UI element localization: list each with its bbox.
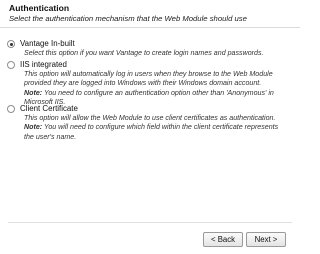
note-text: You need to configure an authentication … <box>42 88 274 97</box>
option-description-line: provided they are logged into Windows wi… <box>24 79 262 88</box>
radio-button[interactable] <box>7 61 15 69</box>
option-description: This option will allow the Web Module to… <box>24 114 297 142</box>
next-button[interactable]: Next > <box>246 232 286 247</box>
option-note-line: Note: You will need to configure which f… <box>24 123 297 132</box>
radio-button-selected[interactable] <box>7 40 15 48</box>
radio-button[interactable] <box>7 105 15 113</box>
option-description: Select this option if you want Vantage t… <box>24 49 297 58</box>
note-label: Note: <box>24 88 43 97</box>
note-label: Note: <box>24 123 43 132</box>
option-description-line: This option will automatically log in us… <box>24 70 273 78</box>
option-note-line: Note: You need to configure an authentic… <box>24 89 297 98</box>
page-title: Authentication <box>9 3 70 13</box>
footer-divider <box>8 222 292 223</box>
option-description: This option will automatically log in us… <box>24 70 297 108</box>
option-label[interactable]: Vantage In-built <box>20 39 75 48</box>
back-button[interactable]: < Back <box>203 232 243 247</box>
option-label[interactable]: Client Certificate <box>20 104 78 113</box>
wizard-header: Authentication Select the authentication… <box>0 0 300 28</box>
page-subtitle: Select the authentication mechanism that… <box>9 14 247 23</box>
option-description-line: Select this option if you want Vantage t… <box>24 49 264 57</box>
option-note-line: the user's name. <box>24 132 77 141</box>
option-label[interactable]: IIS integrated <box>20 60 67 69</box>
note-text: You will need to configure which field w… <box>42 123 279 132</box>
option-description-line: This option will allow the Web Module to… <box>24 114 276 122</box>
